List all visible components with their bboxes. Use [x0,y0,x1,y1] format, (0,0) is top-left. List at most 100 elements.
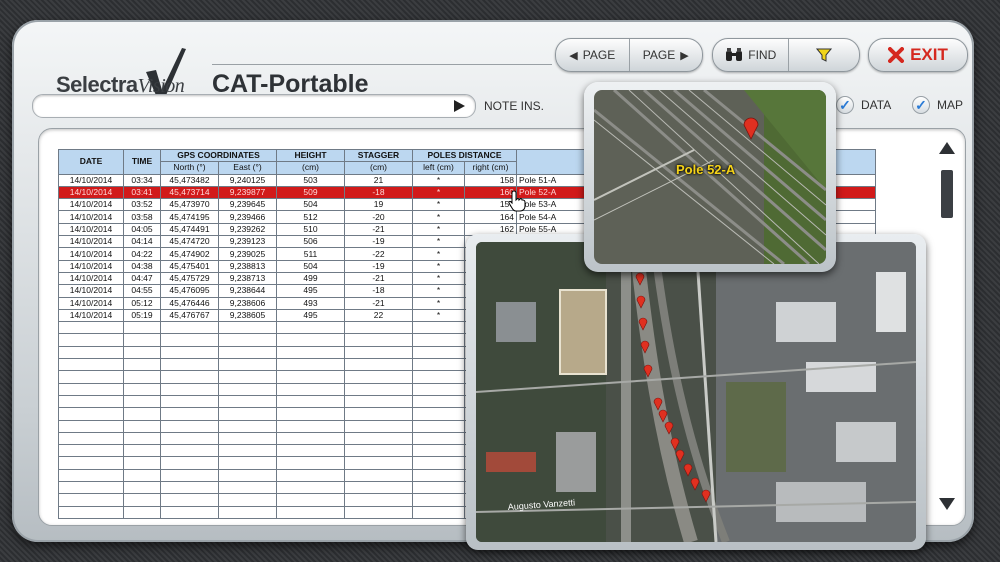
cell-empty [412,345,465,360]
header-left[interactable]: left (cm) [412,161,465,175]
cell-empty [218,321,277,335]
header-height[interactable]: HEIGHT [276,148,345,163]
cell-empty [58,382,124,396]
cell-empty [160,370,219,384]
find-button[interactable]: FIND [713,39,790,71]
cell-north: 45,474491 [160,222,219,237]
title-divider [212,64,552,65]
checkmark-icon[interactable]: ✓ [836,96,854,114]
cell-stagger: -22 [344,247,413,261]
cell-empty [276,345,345,360]
triangle-left-icon: ◀ [569,49,578,62]
cell-north: 45,476446 [160,296,219,310]
cell-empty [58,431,124,446]
cell-left: * [412,210,465,224]
header-stagger[interactable]: STAGGER [344,148,413,163]
cell-empty [276,431,345,446]
cell-east: 9,238813 [218,259,277,273]
cell-date: 14/10/2014 [58,210,124,224]
cell-left: * [412,222,465,237]
cell-empty [276,333,345,347]
cell-height: 493 [276,296,345,310]
data-toggle[interactable]: ✓ DATA [836,96,891,114]
prev-page-button[interactable]: ◀ PAGE [556,39,630,71]
cell-empty [58,493,124,507]
cell-empty [276,394,345,409]
cell-empty [58,333,124,347]
cell-date: 14/10/2014 [58,198,124,212]
cell-empty [58,394,124,409]
header-east[interactable]: East (°) [218,161,277,175]
header-north[interactable]: North (°) [160,161,219,175]
note-label: NOTE INS. [484,99,545,113]
cell-date: 14/10/2014 [58,296,124,310]
note-input[interactable] [32,94,476,118]
cell-empty [218,370,277,384]
cell-date: 14/10/2014 [58,284,124,298]
cell-empty [160,394,219,409]
scroll-down-arrow-icon[interactable] [939,498,955,510]
cell-empty [344,407,413,421]
cell-empty [123,407,161,421]
cell-empty [160,333,219,347]
cell-time: 03:58 [123,210,161,224]
cell-empty [412,321,465,335]
triangle-right-icon: ▶ [680,49,689,62]
cell-height: 504 [276,198,345,212]
overview-map-panel: Augusto Vanzetti [466,234,926,550]
header-poles-distance[interactable]: POLES DISTANCE [412,148,517,163]
exit-button[interactable]: EXIT [868,38,968,72]
cell-empty [412,407,465,421]
scroll-up-arrow-icon[interactable] [939,142,955,154]
data-toggle-label: DATA [861,98,892,112]
cell-empty [123,370,161,384]
cell-empty [412,468,465,483]
cell-empty [412,394,465,409]
scroll-thumb[interactable] [941,170,953,218]
cell-empty [58,407,124,421]
cell-empty [344,493,413,507]
cell-empty [412,382,465,396]
map-toggle[interactable]: ✓ MAP [912,96,963,114]
cell-time: 03:52 [123,198,161,212]
checkmark-icon[interactable]: ✓ [912,96,930,114]
cell-height: 495 [276,284,345,298]
cell-east: 9,239025 [218,247,277,261]
play-arrow-icon[interactable] [454,100,465,112]
cell-left: * [412,247,465,261]
header-gps[interactable]: GPS COORDINATES [160,148,277,163]
cell-left: * [412,173,465,187]
cell-stagger: 21 [344,173,413,187]
header-right[interactable]: right (cm) [464,161,517,175]
cell-empty [218,444,277,458]
filter-button[interactable] [789,39,859,71]
cell-empty [218,481,277,495]
satellite-zoom-map[interactable] [594,90,826,264]
cell-height: 504 [276,259,345,273]
cell-empty [412,358,465,372]
cell-empty [344,481,413,495]
next-page-button[interactable]: PAGE ▶ [630,39,703,71]
cell-empty [160,321,219,335]
cell-left: * [412,235,465,249]
cell-north: 45,475729 [160,271,219,286]
cell-height: 495 [276,308,345,323]
header-date[interactable]: DATE [58,149,124,175]
cell-east: 9,240125 [218,173,277,187]
cell-time: 05:19 [123,308,161,323]
cell-empty [276,505,345,519]
cell-east: 9,238644 [218,284,277,298]
cell-empty [160,456,219,470]
cell-stagger: 22 [344,308,413,323]
cell-empty [123,321,161,335]
cell-empty [344,333,413,347]
satellite-overview-map[interactable]: Augusto Vanzetti [476,242,916,542]
header-time[interactable]: TIME [123,149,161,175]
cell-east: 9,239123 [218,235,277,249]
cell-empty [276,382,345,396]
header-height-unit: (cm) [276,161,345,175]
cell-stagger: 19 [344,198,413,212]
vertical-scrollbar[interactable] [938,140,956,512]
note-value [33,100,43,112]
header-stagger-unit: (cm) [344,161,413,175]
